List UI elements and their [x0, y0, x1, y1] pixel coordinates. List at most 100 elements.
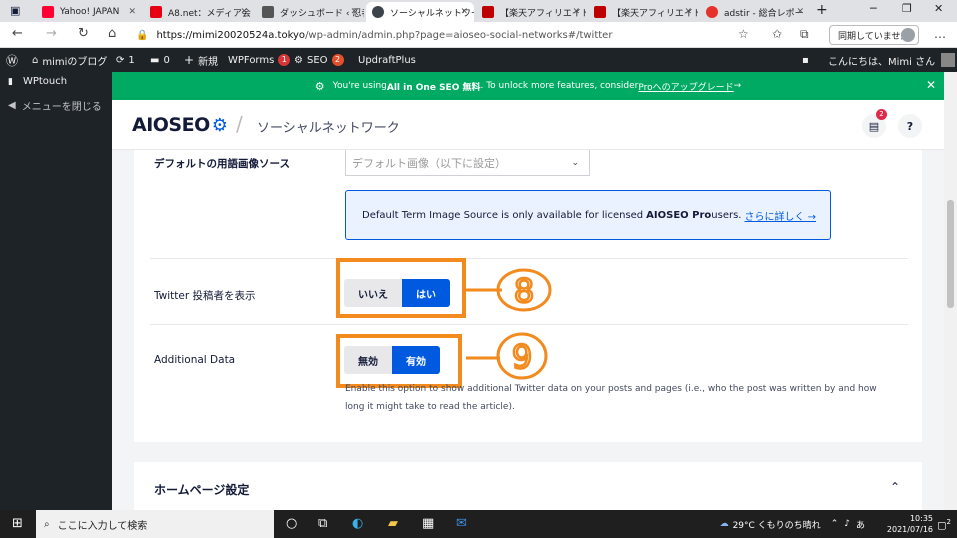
adminbar-comments[interactable]: ▬ 0	[150, 48, 170, 72]
adminbar-seo[interactable]: ⚙ SEO 2	[294, 48, 344, 72]
system-tray: ☁ 29°C くもりのち晴れ ⌃ ♪ あ	[720, 510, 865, 538]
notifications-button[interactable]: ▤ 2	[862, 109, 887, 138]
twitter-author-toggle[interactable]: いいえ はい	[344, 279, 450, 307]
collapse-icon: ◀	[8, 100, 16, 111]
store-icon[interactable]: ▦	[422, 516, 434, 531]
page-title: ソーシャルネットワーク	[257, 121, 400, 136]
aioseo-header: AIOSEO ⚙ / ソーシャルネットワーク ▤ 2 ?	[112, 100, 944, 150]
maximize-icon[interactable]: ❐	[902, 2, 912, 15]
favorites-icon[interactable]: ✩	[772, 27, 782, 41]
twitter-author-label: Twitter 投稿者を表示	[154, 290, 256, 302]
task-view-icon[interactable]: ⧉	[318, 516, 327, 531]
wordpress-logo-icon[interactable]: Ⓦ	[6, 48, 18, 72]
additional-data-toggle[interactable]: 無効 有効	[344, 346, 440, 374]
url-field[interactable]: 🔒 https://mimi20020524a.tokyo/wp-admin/a…	[136, 26, 796, 44]
adminbar-greeting[interactable]: こんにちは、Mimi さん	[828, 48, 956, 72]
chevron-down-icon: ⌄	[571, 157, 579, 168]
speaker-icon[interactable]: ♪	[844, 519, 850, 529]
close-icon[interactable]: ✕	[572, 7, 580, 17]
taskbar-search[interactable]: ⌕ ここに入力して検索	[36, 510, 274, 538]
taskbar-clock[interactable]: 10:35 2021/07/16	[887, 513, 933, 535]
close-icon[interactable]: ✕	[350, 7, 358, 17]
search-icon: ⌕	[44, 518, 50, 530]
twitter-author-no-button[interactable]: いいえ	[344, 279, 402, 307]
help-icon: ?	[906, 119, 914, 133]
homepage-settings-card[interactable]: ホームページ設定 ⌃	[134, 462, 922, 510]
tab-adstir[interactable]: adstir - 総合レポー ✕	[700, 2, 810, 22]
tab-rakuten-2[interactable]: 【楽天アフィリエイト ✕	[588, 2, 698, 22]
adminbar-wpforms[interactable]: WPForms 1	[228, 48, 291, 72]
windows-start-icon[interactable]: ⊞	[12, 516, 23, 531]
adminbar-site[interactable]: ⌂ mimiのブログ	[32, 48, 107, 72]
close-icon[interactable]: ✕	[460, 7, 468, 17]
screen-icon[interactable]: ▪	[802, 48, 809, 72]
a8-icon	[150, 6, 162, 18]
annotation-number-9	[466, 332, 548, 380]
wordpress-icon	[372, 6, 384, 18]
more-menu-icon[interactable]: …	[934, 27, 946, 41]
annotation-number-8	[466, 268, 552, 312]
comment-icon: ▬	[150, 54, 160, 66]
sync-button[interactable]: 同期していません	[829, 25, 919, 45]
file-explorer-icon[interactable]: ▰	[388, 516, 398, 531]
cortana-icon[interactable]: ○	[286, 516, 297, 531]
twitter-author-yes-button[interactable]: はい	[402, 279, 450, 307]
additional-data-label: Additional Data	[154, 354, 236, 366]
new-tab-button[interactable]: +	[816, 2, 828, 18]
learn-more-link[interactable]: さらに詳しく →	[744, 208, 816, 223]
close-icon[interactable]: ✕	[128, 7, 136, 17]
additional-data-description: Enable this option to show additional Tw…	[345, 384, 877, 412]
back-icon[interactable]: ←	[12, 26, 23, 41]
tab-dashboard[interactable]: ダッシュボード ‹ 忍者 ✕	[256, 2, 364, 22]
home-icon: ⌂	[32, 54, 39, 66]
adminbar-updates[interactable]: ⟳ 1	[116, 48, 135, 72]
notification-center-icon[interactable]: ▢2	[937, 518, 951, 531]
pro-info-box: Default Term Image Source is only availa…	[345, 190, 831, 240]
notification-count: 2	[876, 109, 887, 120]
yahoo-icon	[42, 6, 54, 18]
upgrade-notice: ⚙ You're using All in One SEO 無料. To unl…	[112, 72, 944, 100]
reload-icon[interactable]: ↻	[78, 26, 89, 41]
close-icon[interactable]: ✕	[684, 7, 692, 17]
rakuten-icon	[594, 6, 606, 18]
help-button[interactable]: ?	[898, 114, 922, 138]
close-icon[interactable]: ✕	[240, 7, 248, 17]
annotation-label-9: 9	[512, 338, 532, 376]
tab-a8[interactable]: A8.net：メディア会 ✕	[144, 2, 254, 22]
minimize-icon[interactable]: ─	[870, 2, 877, 15]
ninja-icon	[262, 6, 274, 18]
homepage-settings-title: ホームページ設定	[154, 483, 250, 497]
chevron-up-icon[interactable]: ⌃	[831, 519, 839, 529]
adminbar-new[interactable]: + 新規	[184, 48, 218, 72]
tab-rakuten-1[interactable]: 【楽天アフィリエイト ✕	[476, 2, 586, 22]
close-icon[interactable]: ✕	[926, 78, 936, 92]
additional-data-on-button[interactable]: 有効	[392, 346, 440, 374]
tab-actions-icon[interactable]: ▣	[10, 4, 20, 17]
weather-text[interactable]: 29°C くもりのち晴れ	[733, 518, 821, 531]
sidebar-item-wptouch[interactable]: ▮ WPtouch	[8, 76, 67, 87]
favorite-star-icon[interactable]: ☆	[738, 27, 749, 41]
term-image-select[interactable]: デフォルト画像（以下に設定） ⌄	[345, 150, 590, 176]
adminbar-updraftplus[interactable]: UpdraftPlus	[358, 48, 416, 72]
close-icon[interactable]: ✕	[796, 7, 804, 17]
plus-icon: +	[184, 53, 195, 67]
ime-indicator[interactable]: あ	[856, 518, 865, 531]
additional-data-off-button[interactable]: 無効	[344, 346, 392, 374]
gear-icon: ⚙	[211, 114, 228, 136]
sidebar-collapse-menu[interactable]: ◀ メニューを閉じる	[8, 98, 102, 113]
tab-social-networks[interactable]: ソーシャルネットワーク✕	[366, 2, 474, 22]
chevron-up-icon[interactable]: ⌃	[890, 480, 900, 494]
edge-icon[interactable]: ◐	[352, 516, 363, 531]
mail-icon[interactable]: ✉	[456, 516, 467, 531]
annotation-drawing: 8 9	[466, 268, 552, 380]
window-close-icon[interactable]: ✕	[934, 2, 943, 15]
scrollbar-thumb[interactable]	[947, 200, 954, 308]
page-scrollbar[interactable]	[944, 72, 957, 510]
forward-icon[interactable]: →	[46, 26, 57, 41]
upgrade-link[interactable]: Proへのアップグレード	[638, 80, 733, 93]
avatar	[941, 53, 956, 67]
home-icon[interactable]: ⌂	[108, 26, 116, 41]
tab-yahoo[interactable]: Yahoo! JAPAN ✕	[36, 2, 142, 22]
windows-taskbar: ⊞ ⌕ ここに入力して検索 ○ ⧉ ◐ ▰ ▦ ✉ ☁ 29°C くもりのち晴れ …	[0, 510, 957, 538]
collections-icon[interactable]: ⧉	[800, 27, 809, 42]
